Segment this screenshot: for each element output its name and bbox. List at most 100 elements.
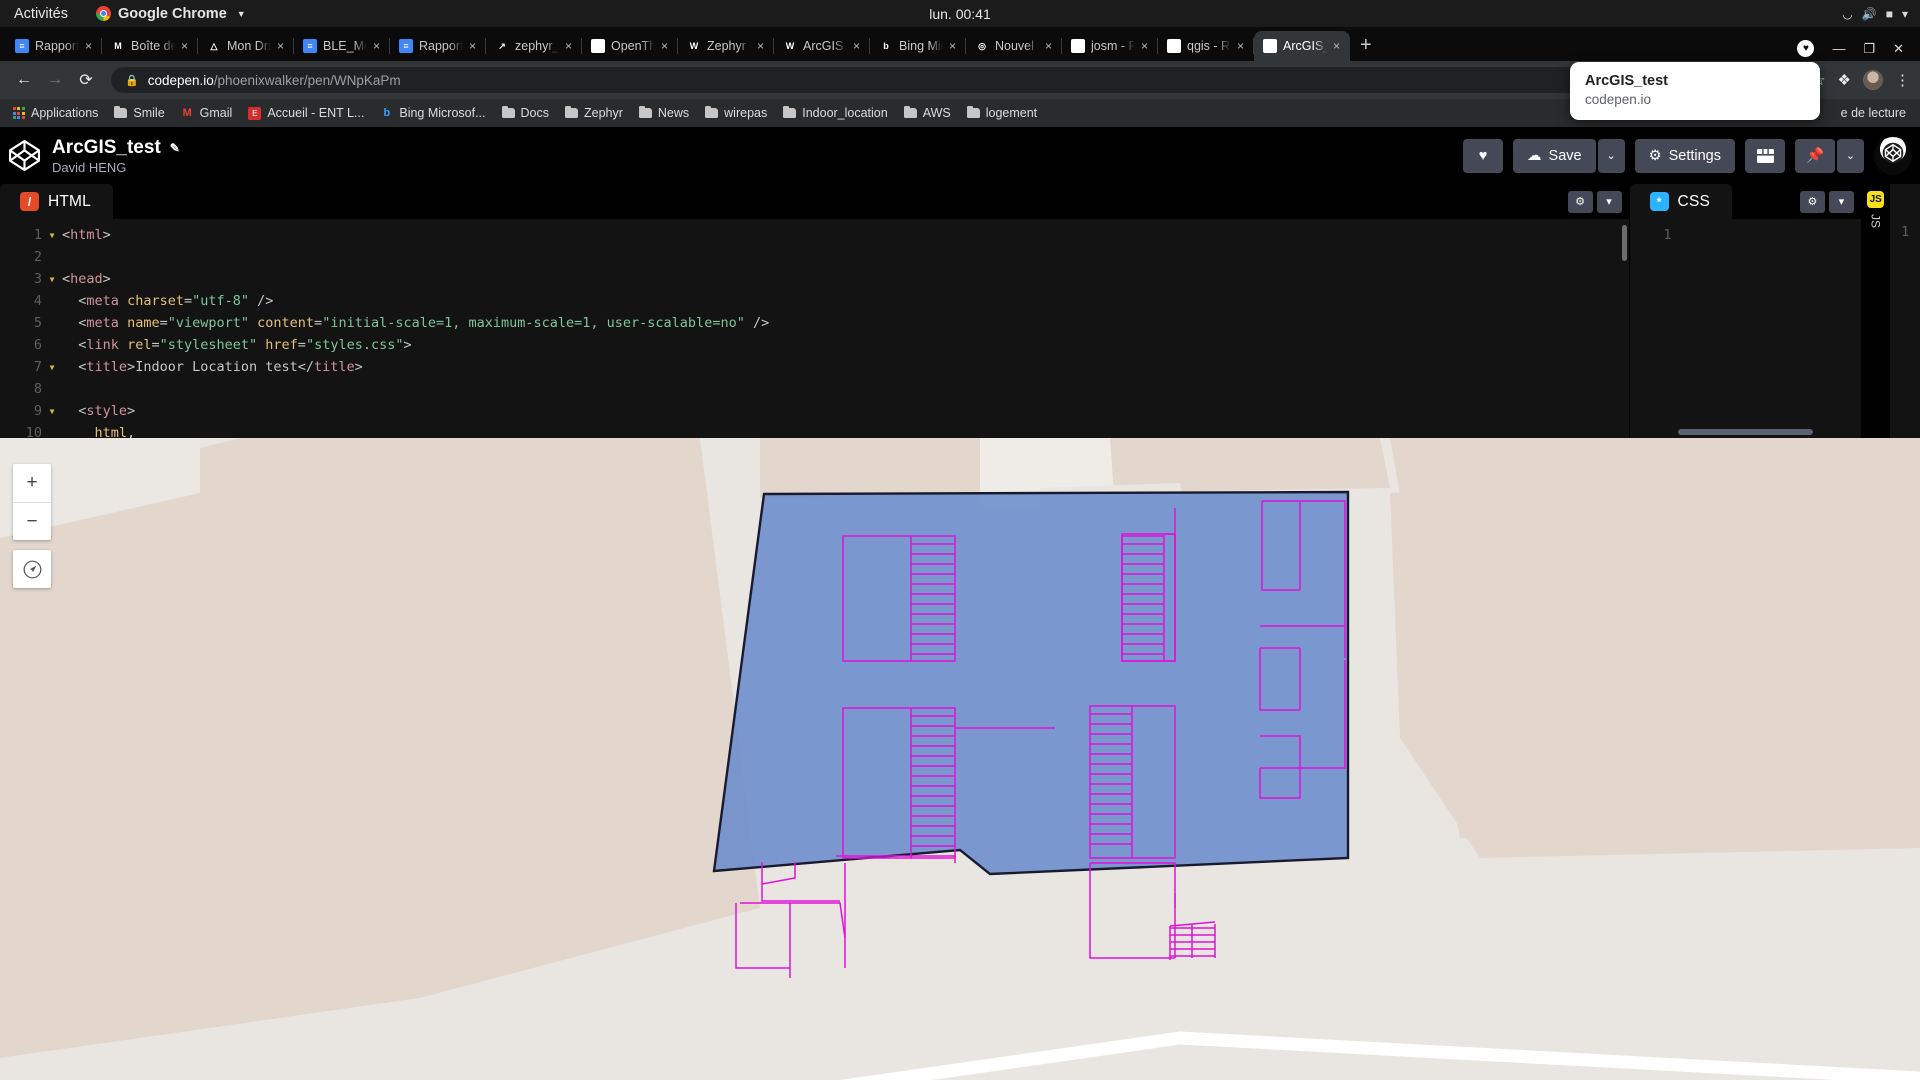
tab-close-button[interactable]: × [1333,39,1343,53]
browser-tab-9[interactable]: b Bing Mic × [870,31,966,61]
bookmark-4[interactable]: b Bing Microsof... [380,106,485,120]
pen-author[interactable]: David HENG [52,160,180,175]
code-line: 5 <meta name="viewport" content="initial… [0,312,1629,334]
forward-button[interactable]: → [41,66,69,94]
pencil-icon[interactable]: ✎ [170,141,180,155]
extensions-icon[interactable]: ❖ [1838,71,1851,89]
maximize-button[interactable]: ❐ [1863,41,1875,57]
bookmark-8[interactable]: wirepas [705,105,768,120]
browser-tab-10[interactable]: ◎ Nouvel o × [966,31,1062,61]
zoom-in-button[interactable]: + [13,464,51,502]
reload-button[interactable]: ⟳ [72,66,100,94]
tab-close-button[interactable]: × [853,39,863,53]
pin-button[interactable]: 📌 [1795,138,1835,173]
locate-button[interactable] [13,550,51,588]
address-bar[interactable]: 🔒 codepen.io/phoenixwalker/pen/WNpKaPm [111,67,1796,93]
js-editor-collapsed[interactable]: JS JS [1860,184,1891,438]
save-dropdown-button[interactable]: ⌄ [1597,138,1625,173]
tab-close-button[interactable]: × [565,39,575,53]
chrome-menu-icon[interactable]: ⋮ [1895,71,1910,89]
openthread-icon: OT [591,39,605,53]
activities-button[interactable]: Activités [14,6,68,22]
bookmark-label: Indoor_location [802,106,888,120]
bookmark-9[interactable]: Indoor_location [783,105,888,120]
gear-icon: ⚙ [1648,147,1662,164]
browser-tab-8[interactable]: W ArcGIS – × [774,31,870,61]
browser-tab-7[interactable]: W Zephyr (× [678,31,774,61]
browser-tab-11[interactable]: Gjosm - Re × [1062,31,1158,61]
browser-tab-13[interactable]: ◈ ArcGIS_t × [1254,31,1350,61]
bookmark-2[interactable]: M Gmail [181,106,233,120]
tab-close-button[interactable]: × [277,39,287,53]
map-preview[interactable]: + − 10 8 6 4B Rue Nicolas Appert Map dat… [0,438,1920,1080]
js-editor-label: JS [1868,214,1883,229]
codepen-logo-icon[interactable] [8,139,41,172]
bookmark-5[interactable]: Docs [501,105,549,120]
bookmark-11[interactable]: logement [966,105,1037,120]
browser-tab-5[interactable]: ↗ zephyr_ × [486,31,582,61]
html-vertical-scrollbar[interactable] [1621,225,1627,261]
fold-arrow-icon[interactable]: ▼ [46,363,58,372]
minimize-button[interactable]: — [1832,41,1845,56]
browser-tab-1[interactable]: M Boîte de × [102,31,198,61]
bookmark-1[interactable]: Smile [114,105,165,120]
fold-arrow-icon[interactable]: ▼ [46,407,58,416]
fold-arrow-icon[interactable]: ▼ [46,275,58,284]
bookmark-6[interactable]: Zephyr [564,105,623,120]
tab-label: Rapport [35,39,79,53]
bookmark-0[interactable]: Applications [12,106,98,120]
save-button[interactable]: ☁ Save [1513,138,1596,173]
js-line-number: 1 [1890,184,1920,438]
browser-tab-6[interactable]: OT OpenTh × [582,31,678,61]
close-window-button[interactable]: ✕ [1893,41,1904,57]
user-avatar[interactable] [1874,136,1912,175]
clock[interactable]: lun. 00:41 [929,6,991,22]
bookmark-3[interactable]: E Accueil - ENT L... [248,106,364,120]
chevron-down-icon[interactable]: ▾ [1828,190,1854,213]
tab-html[interactable]: / HTML [0,184,113,219]
map-canvas [0,438,1920,1080]
bookmark-7[interactable]: News [638,105,689,120]
browser-tab-4[interactable]: ≡ Rapport × [390,31,486,61]
reading-list-label[interactable]: e de lecture [1841,106,1906,120]
system-tray[interactable]: ◡ 🔊 ■ ▾ [1842,7,1908,21]
browser-tab-2[interactable]: △ Mon Dri × [198,31,294,61]
love-button[interactable]: ♥ [1463,138,1504,173]
bookmark-label: wirepas [724,106,768,120]
bookmark-10[interactable]: AWS [903,105,951,120]
tab-close-button[interactable]: × [469,39,479,53]
new-tab-button[interactable]: + [1360,35,1372,55]
code-text: html, [94,425,136,438]
save-group: ☁ Save ⌄ [1513,138,1625,173]
gear-icon[interactable]: ⚙ [1567,190,1593,213]
html-code-area[interactable]: 1 ▼ <html> 2 3 ▼ <head> 4 <meta charset="utf-8"… [0,219,1629,438]
tab-close-button[interactable]: × [181,39,191,53]
zoom-out-button[interactable]: − [13,502,51,540]
tab-close-button[interactable]: × [373,39,383,53]
tab-close-button[interactable]: × [1141,39,1151,53]
css-code-area[interactable]: 1 [1629,219,1861,438]
tab-close-button[interactable]: × [85,39,95,53]
change-view-button[interactable] [1745,138,1785,173]
browser-tab-0[interactable]: ≡ Rapport × [6,31,102,61]
browser-tab-12[interactable]: Gqgis - Re × [1158,31,1254,61]
avatar[interactable] [1863,70,1883,90]
active-app-menu[interactable]: Google Chrome ▼ [96,6,246,22]
tab-close-button[interactable]: × [757,39,767,53]
bookmark-label: Docs [520,106,549,120]
chevron-down-icon[interactable]: ▾ [1596,190,1622,213]
back-button[interactable]: ← [10,66,38,94]
tab-close-button[interactable]: × [1045,39,1055,53]
browser-tab-3[interactable]: ≡ BLE_Me × [294,31,390,61]
tab-close-button[interactable]: × [661,39,671,53]
tab-css[interactable]: * CSS [1629,184,1733,219]
tab-close-button[interactable]: × [949,39,959,53]
fold-arrow-icon[interactable]: ▼ [46,231,58,240]
code-text: <title>Indoor Location test</title> [78,359,363,375]
profile-badge-icon[interactable]: ♥ [1797,40,1815,57]
settings-button[interactable]: ⚙ Settings [1634,138,1735,173]
tab-close-button[interactable]: × [1237,39,1247,53]
gear-icon[interactable]: ⚙ [1799,190,1825,213]
css-horizontal-scrollbar[interactable] [1677,429,1813,435]
pin-dropdown-button[interactable]: ⌄ [1837,138,1864,173]
